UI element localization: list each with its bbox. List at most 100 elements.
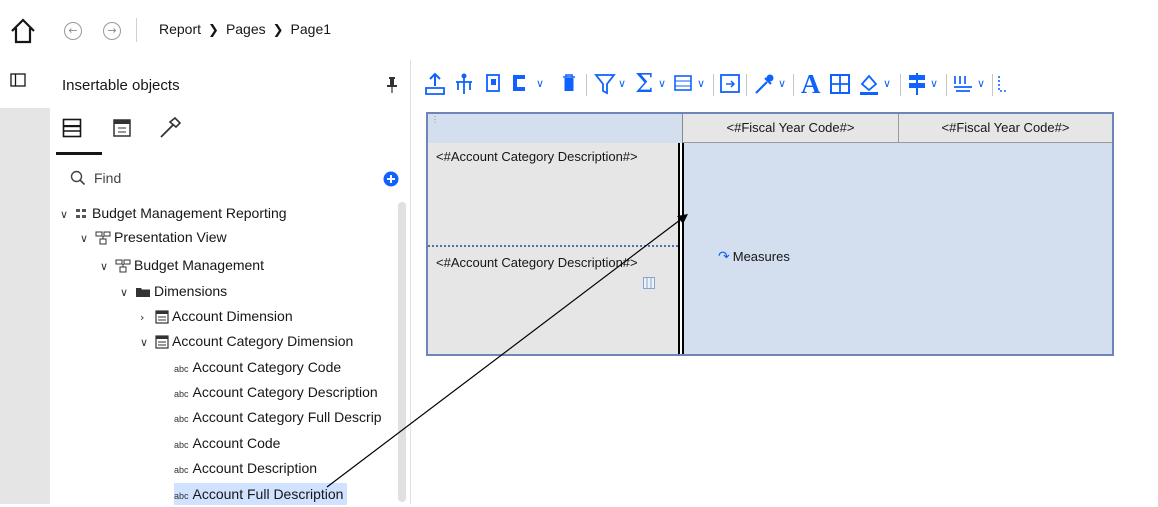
breadcrumb-item-pages[interactable]: Pages	[226, 21, 266, 37]
toolbar-divider	[713, 74, 714, 96]
corner-handle-icon: ⋮	[431, 115, 439, 124]
chevron-down-icon[interactable]: ∨	[140, 332, 152, 354]
left-rail	[0, 60, 50, 504]
abc-icon: abc	[174, 364, 189, 374]
column-header-fiscal-year-code[interactable]: <#Fiscal Year Code#>	[682, 114, 898, 143]
hierarchy-icon[interactable]	[453, 62, 475, 106]
rail-background	[0, 108, 50, 504]
abc-icon: abc	[174, 465, 189, 475]
folder-icon	[136, 288, 150, 298]
copy-icon[interactable]	[483, 62, 503, 106]
chevron-down-icon[interactable]: ∨	[883, 62, 891, 106]
paste-icon[interactable]	[510, 62, 530, 106]
tree-item-account-category-description[interactable]: abc Account Category Description	[174, 381, 378, 403]
chevron-down-icon[interactable]: ∨	[697, 62, 705, 106]
tree-item-account-full-description[interactable]: abc Account Full Description	[174, 483, 348, 505]
measures-drop-zone[interactable]: ↷ Measures	[718, 249, 790, 265]
column-header-fiscal-year-code[interactable]: <#Fiscal Year Code#>	[898, 114, 1112, 143]
package-icon	[76, 209, 86, 219]
chevron-down-icon[interactable]: ∨	[658, 62, 666, 106]
toolbar-divider	[746, 74, 747, 96]
swap-rows-columns-icon[interactable]	[719, 62, 741, 106]
tree-label: Budget Management Reporting	[92, 205, 287, 221]
tab-toolbox[interactable]	[158, 116, 182, 145]
tab-source[interactable]	[62, 118, 82, 143]
query-subject-icon	[155, 335, 169, 349]
breadcrumb-item-page1[interactable]: Page1	[291, 21, 331, 37]
divider	[136, 18, 137, 42]
breadcrumb-item-report[interactable]: Report	[159, 21, 201, 37]
tree-label: Account Category Dimension	[172, 333, 354, 349]
tree-label: Account Description	[192, 460, 318, 476]
column-marker-icon	[643, 277, 655, 289]
chevron-right-icon: ❯	[272, 23, 284, 38]
toolbar-divider	[793, 74, 794, 96]
chevron-down-icon[interactable]: ∨	[100, 256, 112, 278]
font-icon[interactable]: A	[801, 62, 821, 106]
tab-data-items[interactable]	[112, 118, 132, 143]
filter-icon[interactable]	[594, 62, 616, 106]
more-icon[interactable]	[998, 62, 1008, 106]
upload-icon[interactable]	[424, 62, 446, 106]
abc-icon: abc	[174, 491, 189, 501]
toggle-panel-icon[interactable]	[10, 72, 26, 93]
toolbar-divider	[900, 74, 901, 96]
add-icon[interactable]	[383, 171, 399, 187]
tree-item-budget-management[interactable]: ∨ Budget Management	[100, 254, 264, 276]
pin-icon[interactable]	[386, 76, 398, 94]
panel-tabs	[50, 108, 410, 156]
align-icon[interactable]	[907, 62, 927, 106]
source-tab-icon	[62, 118, 82, 138]
data-items-tab-icon	[113, 119, 131, 137]
search-icon	[70, 170, 86, 186]
chevron-down-icon[interactable]: ∨	[120, 282, 132, 304]
tree-label: Account Dimension	[172, 308, 293, 324]
scrollbar[interactable]	[398, 202, 406, 502]
chevron-down-icon[interactable]: ∨	[60, 204, 72, 226]
tree-item-account-category-code[interactable]: abc Account Category Code	[174, 356, 341, 378]
eyedropper-icon[interactable]	[753, 62, 775, 106]
chevron-down-icon[interactable]: ∨	[930, 62, 938, 106]
panel-title: Insertable objects	[62, 77, 180, 94]
fill-color-icon[interactable]	[858, 62, 880, 106]
tree-item-account-code[interactable]: abc Account Code	[174, 432, 280, 454]
tree-item-account-category-full-description[interactable]: abc Account Category Full Descrip	[174, 406, 382, 428]
abc-icon: abc	[174, 389, 189, 399]
tree-label: Account Category Description	[192, 384, 378, 400]
sort-icon[interactable]	[673, 62, 695, 106]
tree-item-budget-management-reporting[interactable]: ∨ Budget Management Reporting	[60, 202, 287, 224]
tree-label: Account Category Code	[192, 359, 342, 375]
chevron-down-icon[interactable]: ∨	[80, 228, 92, 250]
search-input[interactable]: Find	[70, 164, 399, 194]
chevron-right-icon[interactable]: ›	[140, 307, 152, 329]
drop-insertion-bar	[678, 143, 684, 354]
summarize-icon[interactable]: Σ	[635, 62, 653, 106]
back-icon[interactable]: ←	[64, 22, 82, 40]
tree-item-presentation-view[interactable]: ∨ Presentation View	[80, 226, 227, 248]
tree-label: Budget Management	[134, 257, 264, 273]
top-bar: ← → Report ❯ Pages ❯ Page1	[0, 0, 1158, 60]
tree-item-dimensions[interactable]: ∨ Dimensions	[120, 280, 227, 302]
crosstab-corner[interactable]: ⋮	[428, 114, 682, 143]
home-icon[interactable]	[6, 14, 40, 48]
chevron-down-icon[interactable]: ∨	[977, 62, 985, 106]
query-subject-icon	[155, 310, 169, 324]
chevron-down-icon[interactable]: ∨	[618, 62, 626, 106]
tree-item-account-description[interactable]: abc Account Description	[174, 457, 317, 479]
row-header-account-category-description[interactable]: <#Account Category Description#>	[428, 245, 682, 354]
chevron-down-icon[interactable]: ∨	[778, 62, 786, 106]
chevron-down-icon[interactable]: ∨	[536, 62, 544, 106]
forward-icon[interactable]: →	[103, 22, 121, 40]
tree-item-account-category-dimension[interactable]: ∨ Account Category Dimension	[140, 330, 353, 352]
row-header-account-category-description[interactable]: <#Account Category Description#>	[428, 143, 682, 245]
measures-arrow-icon: ↷	[718, 249, 730, 265]
toolbar-divider	[586, 74, 587, 96]
borders-icon[interactable]	[829, 62, 851, 106]
tree-label: Account Category Full Descrip	[192, 409, 382, 425]
crosstab[interactable]: ⋮ <#Fiscal Year Code#> <#Fiscal Year Cod…	[426, 112, 1114, 356]
group-icon[interactable]	[952, 62, 974, 106]
row-header-label: <#Account Category Description#>	[436, 255, 638, 270]
tree-item-account-dimension[interactable]: › Account Dimension	[140, 305, 293, 327]
breadcrumb: Report ❯ Pages ❯ Page1	[159, 21, 331, 38]
delete-icon[interactable]	[560, 62, 578, 106]
